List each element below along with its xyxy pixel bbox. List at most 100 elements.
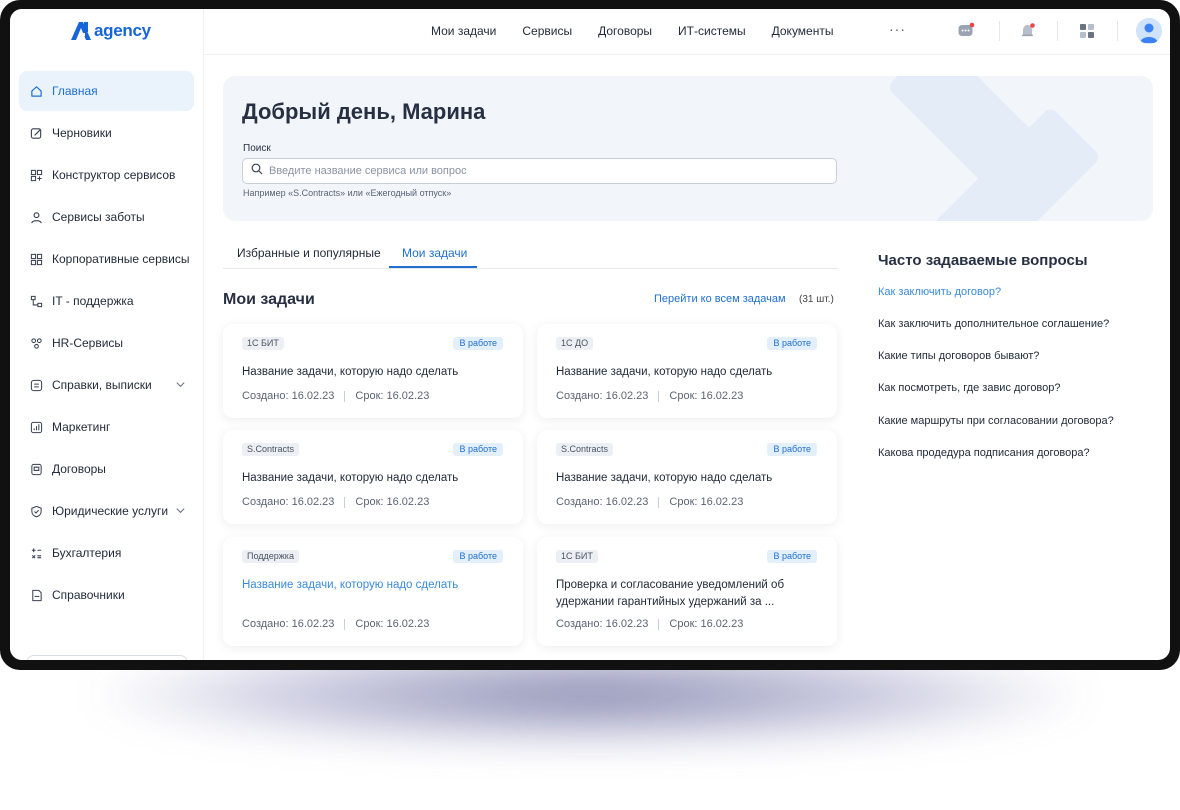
- sidebar-item-accounting[interactable]: Бухгалтерия: [19, 533, 194, 573]
- task-meta: Создано: 16.02.23 Срок: 16.02.23: [556, 618, 743, 630]
- top-nav: Мои задачи Сервисы Договоры ИТ-системы Д…: [431, 9, 859, 53]
- faq-item[interactable]: Какие типы договоров бывают?: [878, 350, 1039, 362]
- task-meta: Создано: 16.02.23 Срок: 16.02.23: [242, 496, 429, 508]
- faq-title: Часто задаваемые вопросы: [878, 252, 1088, 269]
- task-created: Создано: 16.02.23: [556, 390, 649, 402]
- app-screen: agency Главная Черновики Конструктор сер…: [10, 9, 1170, 660]
- sidebar-item-label: HR-Сервисы: [52, 336, 124, 350]
- top-nav-documents[interactable]: Документы: [772, 24, 834, 38]
- sidebar-item-legal[interactable]: Юридические услуги: [19, 491, 194, 531]
- meta-divider: [344, 618, 346, 630]
- faq-item[interactable]: Как заключить договор?: [878, 286, 1001, 298]
- meta-divider: [344, 496, 346, 508]
- task-created: Создано: 16.02.23: [556, 618, 649, 630]
- user-avatar-icon: [1140, 23, 1158, 43]
- sidebar-item-label: Маркетинг: [52, 420, 111, 434]
- sidebar-item-it-support[interactable]: IT - поддержка: [19, 281, 194, 321]
- search-box[interactable]: [242, 158, 837, 184]
- top-nav-contracts[interactable]: Договоры: [598, 24, 652, 38]
- top-nav-services[interactable]: Сервисы: [522, 24, 572, 38]
- chat-icon[interactable]: [956, 21, 976, 41]
- page-title: Добрый день, Марина: [242, 99, 486, 124]
- top-nav-my-tasks[interactable]: Мои задачи: [431, 24, 496, 38]
- document-icon: [29, 378, 43, 392]
- task-due: Срок: 16.02.23: [355, 496, 430, 508]
- sidebar-item-home[interactable]: Главная: [19, 71, 194, 111]
- sidebar-item-label: Юридические услуги: [52, 504, 169, 518]
- task-tag: S.Contracts: [556, 443, 614, 456]
- sidebar-item-service-builder[interactable]: Конструктор сервисов: [19, 155, 194, 195]
- sidebar-item-certificates[interactable]: Справки, выписки: [19, 365, 194, 405]
- sidebar-nav: Главная Черновики Конструктор сервисов С…: [19, 71, 194, 617]
- task-title: Название задачи, которую надо сделать: [242, 366, 459, 378]
- tab-my-tasks[interactable]: Мои задачи: [402, 246, 467, 260]
- task-title: Название задачи, которую надо сделать: [242, 472, 459, 484]
- sidebar-item-label: Сервисы заботы: [52, 210, 145, 224]
- meta-divider: [344, 390, 346, 402]
- sidebar-item-care-services[interactable]: Сервисы заботы: [19, 197, 194, 237]
- status-badge: В работе: [767, 337, 817, 350]
- sidebar-footer-button[interactable]: [26, 655, 188, 660]
- top-nav-it-systems[interactable]: ИТ-системы: [678, 24, 746, 38]
- edit-icon: [29, 126, 43, 140]
- more-menu-icon[interactable]: ···: [889, 21, 906, 37]
- status-badge: В работе: [453, 337, 503, 350]
- sidebar-item-label: Справки, выписки: [52, 378, 152, 392]
- sidebar-item-references[interactable]: Справочники: [19, 575, 194, 615]
- task-created: Создано: 16.02.23: [242, 390, 335, 402]
- sidebar-item-marketing[interactable]: Маркетинг: [19, 407, 194, 447]
- faq-item[interactable]: Какие маршруты при согласовании договора…: [878, 415, 1114, 427]
- faq-item[interactable]: Какова продедура подписания договора?: [878, 447, 1090, 459]
- search-input[interactable]: [269, 165, 809, 177]
- task-title: Название задачи, которую надо сделать: [556, 366, 773, 378]
- sidebar-item-label: Черновики: [52, 126, 112, 140]
- sidebar-item-label: Бухгалтерия: [52, 546, 122, 560]
- sidebar-item-drafts[interactable]: Черновики: [19, 113, 194, 153]
- task-card[interactable]: 1С ДО В работе Название задачи, которую …: [537, 324, 837, 418]
- network-icon: [29, 294, 43, 308]
- task-due: Срок: 16.02.23: [355, 390, 430, 402]
- calculator-icon: [29, 546, 43, 560]
- chevron-down-icon[interactable]: [175, 505, 186, 519]
- topbar: Мои задачи Сервисы Договоры ИТ-системы Д…: [204, 9, 1170, 55]
- sidebar-item-label: Конструктор сервисов: [52, 168, 176, 182]
- bell-icon[interactable]: [1018, 21, 1038, 41]
- sidebar: agency Главная Черновики Конструктор сер…: [10, 9, 204, 660]
- people-icon: [29, 336, 43, 350]
- task-card[interactable]: S.Contracts В работе Название задачи, ко…: [223, 430, 523, 524]
- task-tag: 1С БИТ: [242, 337, 284, 350]
- sidebar-item-hr-services[interactable]: HR-Сервисы: [19, 323, 194, 363]
- folder-icon: [29, 462, 43, 476]
- shield-icon: [29, 504, 43, 518]
- topbar-divider: [999, 21, 1000, 41]
- task-created: Создано: 16.02.23: [556, 496, 649, 508]
- sidebar-item-label: Договоры: [52, 462, 106, 476]
- task-title[interactable]: Название задачи, которую надо сделать: [242, 577, 504, 594]
- apps-grid-icon[interactable]: [1077, 21, 1097, 41]
- active-tab-indicator: [389, 266, 477, 268]
- logo[interactable]: agency: [70, 19, 151, 43]
- tab-favorites[interactable]: Избранные и популярные: [237, 246, 381, 260]
- faq-item[interactable]: Как заключить дополнительное соглашение?: [878, 318, 1109, 330]
- home-icon: [29, 84, 43, 98]
- section-title: Мои задачи: [223, 291, 315, 308]
- task-card[interactable]: Поддержка В работе Название задачи, кото…: [223, 537, 523, 646]
- status-badge: В работе: [767, 550, 817, 563]
- sidebar-item-corporate-services[interactable]: Корпоративные сервисы: [19, 239, 194, 279]
- book-icon: [29, 588, 43, 602]
- chevron-down-icon[interactable]: [175, 379, 186, 393]
- task-card[interactable]: S.Contracts В работе Название задачи, ко…: [537, 430, 837, 524]
- sidebar-item-contracts[interactable]: Договоры: [19, 449, 194, 489]
- logo-text: agency: [94, 21, 151, 40]
- task-due: Срок: 16.02.23: [355, 618, 430, 630]
- faq-item[interactable]: Как посмотреть, где завис договор?: [878, 382, 1061, 394]
- tasks-count: (31 шт.): [799, 294, 834, 305]
- task-due: Срок: 16.02.23: [669, 390, 744, 402]
- all-tasks-link[interactable]: Перейти ко всем задачам: [654, 293, 786, 305]
- task-card[interactable]: 1С БИТ В работе Название задачи, которую…: [223, 324, 523, 418]
- avatar[interactable]: [1136, 18, 1162, 44]
- sidebar-item-label: Корпоративные сервисы: [52, 252, 190, 266]
- logo-mark-icon: [71, 22, 91, 40]
- task-title: Название задачи, которую надо сделать: [556, 472, 773, 484]
- task-card[interactable]: 1С БИТ В работе Проверка и согласование …: [537, 537, 837, 646]
